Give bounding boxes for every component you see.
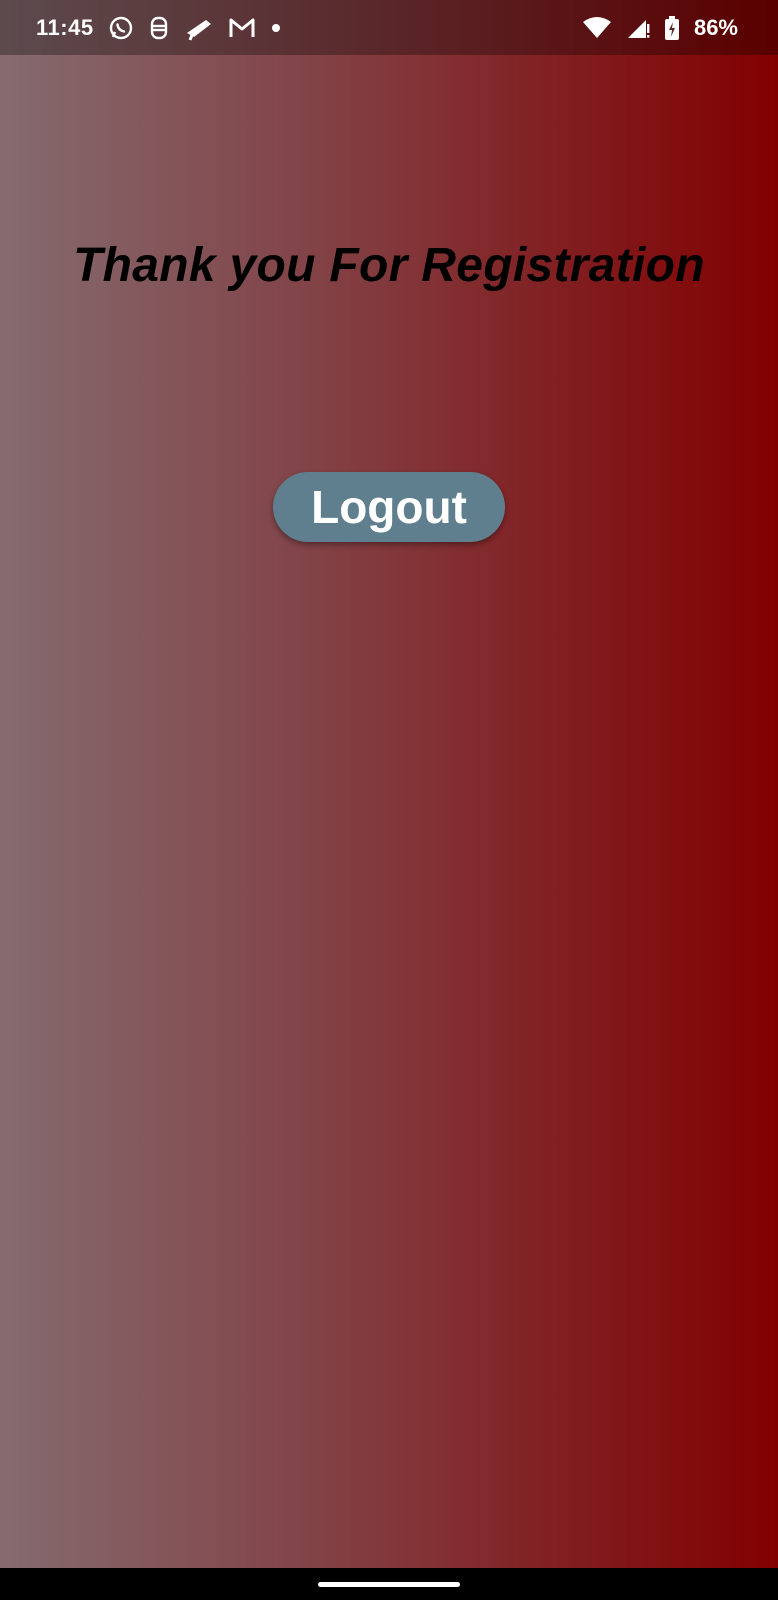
logout-button[interactable]: Logout	[273, 472, 505, 542]
tool-icon	[184, 15, 214, 41]
gmail-icon	[228, 16, 256, 40]
app-icon	[148, 15, 170, 41]
dot-icon	[270, 22, 282, 34]
battery-icon	[664, 15, 680, 41]
status-time: 11:45	[36, 14, 94, 40]
status-bar: 11:45 86%	[0, 0, 778, 55]
status-right: 86%	[582, 15, 738, 41]
status-left: 11:45	[36, 15, 282, 41]
signal-icon	[626, 16, 650, 40]
home-indicator[interactable]	[318, 1581, 460, 1587]
wifi-icon	[582, 16, 612, 40]
thank-you-heading: Thank you For Registration	[73, 239, 705, 292]
whatsapp-icon	[108, 15, 134, 41]
registration-success-screen: 11:45 86% Thank you For Registration Log…	[0, 0, 778, 1600]
battery-percent: 86%	[693, 14, 738, 40]
navigation-bar	[0, 1568, 778, 1600]
